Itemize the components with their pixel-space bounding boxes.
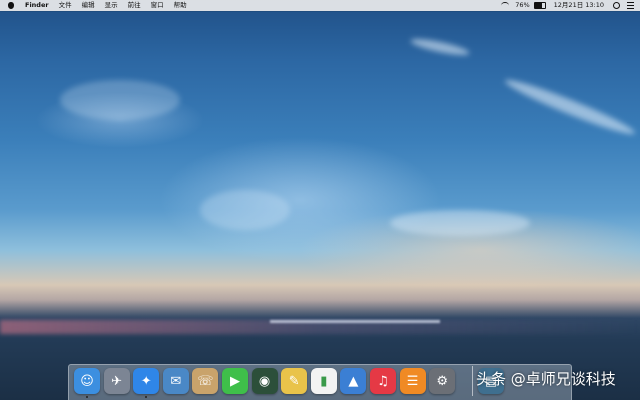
menu-bar: Finder 文件 编辑 显示 前往 窗口 帮助 76% 12月21日 13:1…: [0, 0, 640, 11]
menu-go[interactable]: 前往: [123, 0, 146, 11]
battery-fill: [534, 3, 543, 8]
menu-file[interactable]: 文件: [54, 0, 77, 11]
battery-icon[interactable]: [533, 2, 546, 9]
app-menu-finder[interactable]: Finder: [20, 0, 54, 11]
wifi-icon[interactable]: [501, 2, 510, 9]
mail-icon[interactable]: ✉: [162, 368, 189, 394]
cloud-streak: [409, 35, 471, 59]
horizon-light: [270, 320, 440, 323]
cloud-streak: [502, 74, 638, 140]
battery-percent[interactable]: 76%: [512, 0, 530, 11]
keynote-icon[interactable]: ▲: [340, 368, 367, 394]
status-area: 76% 12月21日 13:10: [498, 0, 640, 11]
facetime-icon[interactable]: ▶: [222, 368, 248, 394]
menu-edit[interactable]: 编辑: [77, 0, 100, 11]
photo-booth-icon[interactable]: ◉: [251, 368, 278, 394]
dock-divider: [472, 366, 473, 396]
ibooks-icon[interactable]: ☰: [399, 368, 426, 394]
watermark-text: 头条 @卓师兄谈科技: [476, 370, 616, 388]
spotlight-search-icon[interactable]: [613, 2, 620, 9]
finder-icon[interactable]: ☺: [74, 368, 100, 394]
cloud-streak: [390, 210, 530, 236]
system-preferences-icon[interactable]: ⚙: [429, 368, 456, 394]
notification-center-icon[interactable]: [627, 2, 634, 9]
menu-help[interactable]: 帮助: [169, 0, 192, 11]
notes-icon[interactable]: ✎: [281, 368, 308, 394]
safari-icon[interactable]: ✦: [133, 368, 160, 394]
desktop-wallpaper: Finder 文件 编辑 显示 前往 窗口 帮助 76% 12月21日 13:1…: [0, 0, 640, 400]
apple-menu-icon[interactable]: [8, 2, 14, 9]
clock[interactable]: 12月21日 13:10: [549, 0, 609, 11]
cloud-streak: [200, 190, 290, 230]
numbers-icon[interactable]: ▮: [310, 368, 337, 394]
menu-view[interactable]: 显示: [100, 0, 123, 11]
menu-window[interactable]: 窗口: [146, 0, 169, 11]
contacts-icon[interactable]: ☏: [192, 368, 219, 394]
cloud-streak: [60, 80, 180, 120]
launchpad-icon[interactable]: ✈: [103, 368, 130, 394]
running-indicator: [86, 396, 88, 398]
itunes-icon[interactable]: ♫: [370, 368, 396, 394]
